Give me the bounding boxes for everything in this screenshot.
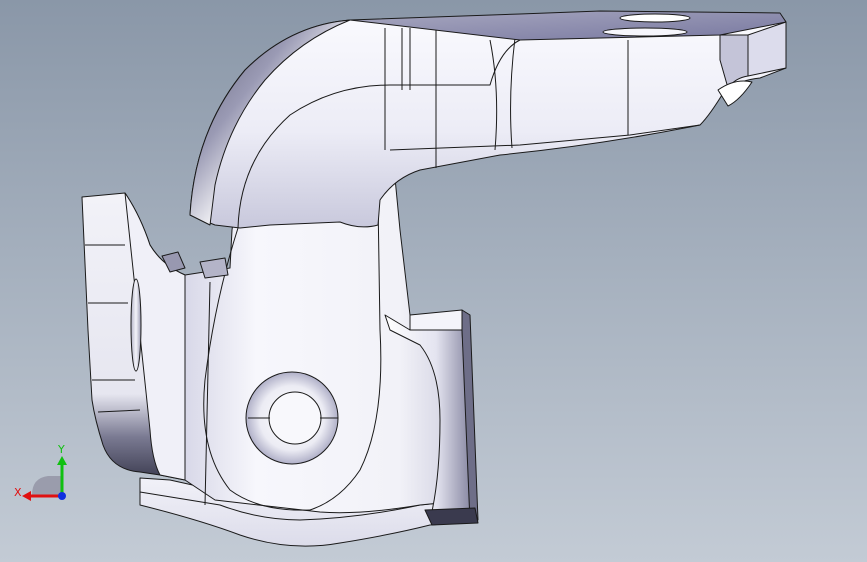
triad-x-arrow-icon xyxy=(22,491,31,501)
triad-x-label: X xyxy=(14,486,22,499)
small-tab-2 xyxy=(199,257,229,279)
triad-y-label: Y xyxy=(57,443,65,456)
cad-model-view[interactable] xyxy=(0,0,867,562)
right-block-foot xyxy=(424,507,479,526)
right-block-top xyxy=(409,309,463,331)
triad-z-axis-icon xyxy=(58,492,66,500)
graphics-viewport[interactable]: Y X xyxy=(0,0,867,562)
pivot-hole xyxy=(268,391,322,445)
orientation-triad[interactable]: Y X xyxy=(10,440,80,510)
triad-plane-shade xyxy=(32,476,62,495)
arm-tip-hole-2 xyxy=(602,27,688,37)
arm-tip-hole-1 xyxy=(619,13,691,23)
triad-y-arrow-icon xyxy=(57,456,67,465)
left-block-slot xyxy=(130,278,142,372)
